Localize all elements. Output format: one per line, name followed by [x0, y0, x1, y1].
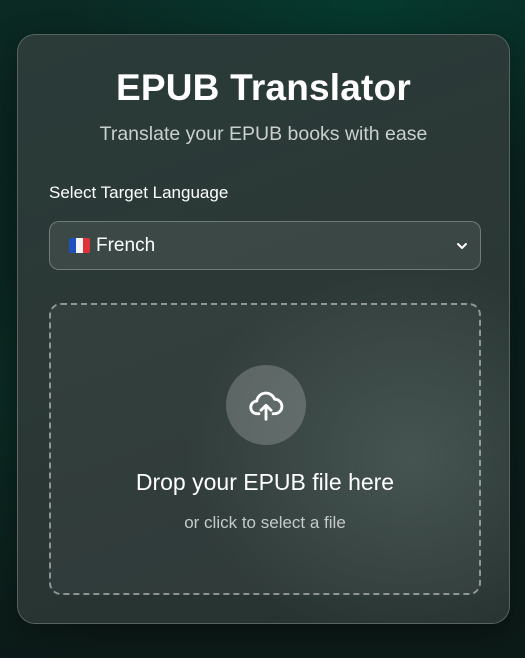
selected-language: French: [96, 234, 156, 256]
translator-card: EPUB Translator Translate your EPUB book…: [17, 34, 510, 624]
language-label: Select Target Language: [49, 183, 229, 202]
chevron-down-icon: [457, 243, 467, 249]
cloud-upload-icon: [249, 391, 284, 421]
epub-dropzone[interactable]: Drop your EPUB file here or click to sel…: [49, 303, 481, 595]
page-subtitle: Translate your EPUB books with ease: [99, 123, 428, 145]
flag-france-icon: [69, 238, 90, 253]
target-language-select[interactable]: French: [49, 221, 481, 270]
upload-icon-badge: [226, 365, 306, 445]
dropzone-title: Drop your EPUB file here: [135, 469, 395, 495]
page-title: EPUB Translator: [116, 67, 411, 108]
dropzone-subtitle: or click to select a file: [184, 513, 346, 532]
